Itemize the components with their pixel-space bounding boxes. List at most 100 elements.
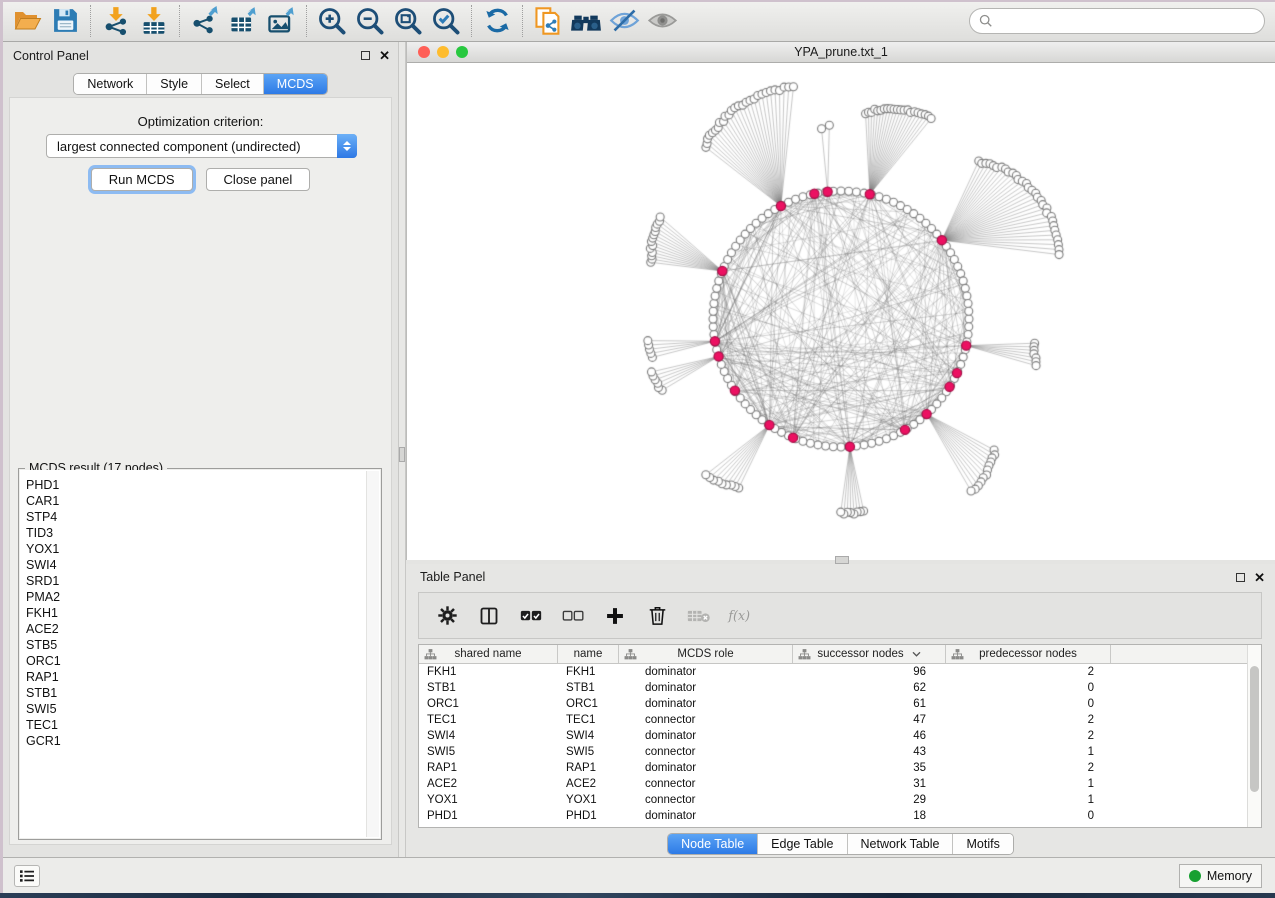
tab-network[interactable]: Network <box>74 74 147 94</box>
tab-node-table[interactable]: Node Table <box>668 834 758 854</box>
table-row[interactable]: RAP1RAP1dominator352 <box>419 760 1261 776</box>
mcds-result-node[interactable]: STB1 <box>26 685 380 701</box>
column-header-shared-name[interactable]: shared name <box>419 645 558 663</box>
table-cell[interactable]: 31 <box>793 776 946 792</box>
table-cell[interactable]: 29 <box>793 792 946 808</box>
mcds-result-node[interactable]: TID3 <box>26 525 380 541</box>
tab-mcds[interactable]: MCDS <box>264 74 327 94</box>
table-row[interactable]: SWI4SWI4dominator462 <box>419 728 1261 744</box>
hide-selected-button[interactable] <box>605 3 643 39</box>
table-cell[interactable]: 96 <box>793 664 946 680</box>
mcds-result-node[interactable]: ACE2 <box>26 621 380 637</box>
zoom-selected-button[interactable] <box>427 3 465 39</box>
table-cell[interactable]: connector <box>619 776 793 792</box>
table-cell[interactable]: RAP1 <box>558 760 619 776</box>
table-cell[interactable]: 0 <box>946 808 1111 824</box>
float-panel-icon[interactable] <box>1236 573 1245 582</box>
mcds-result-node[interactable]: FKH1 <box>26 605 380 621</box>
tab-motifs[interactable]: Motifs <box>953 834 1012 854</box>
table-row[interactable]: PHD1PHD1dominator180 <box>419 808 1261 824</box>
mcds-result-node[interactable]: STP4 <box>26 509 380 525</box>
import-network-button[interactable] <box>97 3 135 39</box>
mcds-result-node[interactable]: PHD1 <box>26 477 380 493</box>
table-cell[interactable]: FKH1 <box>419 664 558 680</box>
select-all-button[interactable] <box>517 602 545 630</box>
close-panel-button[interactable]: Close panel <box>206 168 311 191</box>
table-scrollbar[interactable] <box>1247 645 1261 827</box>
table-cell[interactable]: 47 <box>793 712 946 728</box>
table-cell[interactable]: FKH1 <box>558 664 619 680</box>
mcds-result-node[interactable]: GCR1 <box>26 733 380 749</box>
zoom-in-button[interactable] <box>313 3 351 39</box>
table-row[interactable]: ORC1ORC1dominator610 <box>419 696 1261 712</box>
table-cell[interactable]: 18 <box>793 808 946 824</box>
table-cell[interactable]: YOX1 <box>558 792 619 808</box>
task-history-button[interactable] <box>14 865 40 887</box>
tab-style[interactable]: Style <box>147 74 202 94</box>
criterion-dropdown[interactable]: largest connected component (undirected) <box>46 134 357 158</box>
zoom-fit-button[interactable] <box>389 3 427 39</box>
table-cell[interactable]: 2 <box>946 712 1111 728</box>
tab-network-table[interactable]: Network Table <box>848 834 954 854</box>
export-network-button[interactable] <box>186 3 224 39</box>
network-window-titlebar[interactable]: YPA_prune.txt_1 <box>407 42 1275 63</box>
table-cell[interactable]: dominator <box>619 728 793 744</box>
table-cell[interactable]: SWI4 <box>419 728 558 744</box>
column-header-MCDS-role[interactable]: MCDS role <box>619 645 793 663</box>
scrollbar-thumb[interactable] <box>1250 666 1259 792</box>
add-column-button[interactable] <box>601 602 629 630</box>
table-row[interactable]: TEC1TEC1connector472 <box>419 712 1261 728</box>
column-header-successor-nodes[interactable]: successor nodes <box>793 645 946 663</box>
table-cell[interactable]: STB1 <box>419 680 558 696</box>
close-panel-icon[interactable]: ✕ <box>1254 573 1265 582</box>
table-row[interactable]: YOX1YOX1connector291 <box>419 792 1261 808</box>
column-header-predecessor-nodes[interactable]: predecessor nodes <box>946 645 1111 663</box>
table-cell[interactable]: 2 <box>946 728 1111 744</box>
delete-column-button[interactable] <box>643 602 671 630</box>
table-cell[interactable]: 46 <box>793 728 946 744</box>
tab-edge-table[interactable]: Edge Table <box>758 834 847 854</box>
table-cell[interactable]: dominator <box>619 808 793 824</box>
mcds-result-node[interactable]: RAP1 <box>26 669 380 685</box>
table-cell[interactable]: 43 <box>793 744 946 760</box>
mcds-result-node[interactable]: TEC1 <box>26 717 380 733</box>
table-cell[interactable]: STB1 <box>558 680 619 696</box>
refresh-button[interactable] <box>478 3 516 39</box>
table-cell[interactable]: 61 <box>793 696 946 712</box>
table-cell[interactable]: dominator <box>619 696 793 712</box>
close-panel-icon[interactable]: ✕ <box>379 51 390 60</box>
mcds-result-node[interactable]: PMA2 <box>26 589 380 605</box>
table-cell[interactable]: SWI5 <box>558 744 619 760</box>
table-row[interactable]: STB1STB1dominator620 <box>419 680 1261 696</box>
table-cell[interactable]: 62 <box>793 680 946 696</box>
table-cell[interactable]: 1 <box>946 776 1111 792</box>
splitter-grip[interactable] <box>399 447 405 462</box>
table-cell[interactable]: ACE2 <box>558 776 619 792</box>
float-panel-icon[interactable] <box>361 51 370 60</box>
table-cell[interactable]: ORC1 <box>558 696 619 712</box>
table-cell[interactable]: 0 <box>946 680 1111 696</box>
memory-button[interactable]: Memory <box>1179 864 1262 888</box>
table-cell[interactable]: YOX1 <box>419 792 558 808</box>
table-cell[interactable]: TEC1 <box>419 712 558 728</box>
table-cell[interactable]: 1 <box>946 792 1111 808</box>
table-cell[interactable]: connector <box>619 712 793 728</box>
table-cell[interactable]: PHD1 <box>558 808 619 824</box>
table-cell[interactable]: dominator <box>619 680 793 696</box>
export-image-button[interactable] <box>262 3 300 39</box>
result-list-scrollbar[interactable] <box>366 471 379 837</box>
table-row[interactable]: SWI5SWI5connector431 <box>419 744 1261 760</box>
table-cell[interactable]: ACE2 <box>419 776 558 792</box>
table-cell[interactable]: PHD1 <box>419 808 558 824</box>
table-cell[interactable]: ORC1 <box>419 696 558 712</box>
mcds-result-node[interactable]: CAR1 <box>26 493 380 509</box>
import-table-button[interactable] <box>135 3 173 39</box>
close-window-icon[interactable] <box>418 46 430 58</box>
table-settings-button[interactable] <box>433 602 461 630</box>
table-row[interactable]: FKH1FKH1dominator962 <box>419 664 1261 680</box>
columns-layout-button[interactable] <box>475 602 503 630</box>
table-cell[interactable]: 2 <box>946 760 1111 776</box>
deselect-all-button[interactable] <box>559 602 587 630</box>
table-cell[interactable]: dominator <box>619 664 793 680</box>
mcds-result-node[interactable]: STB5 <box>26 637 380 653</box>
